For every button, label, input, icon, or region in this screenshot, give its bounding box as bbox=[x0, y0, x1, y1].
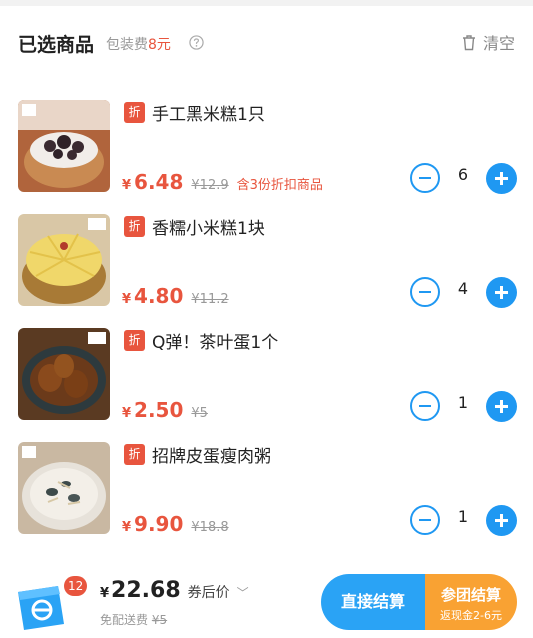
current-price: ¥6.48 bbox=[122, 170, 184, 194]
discount-tag: 折 bbox=[124, 444, 145, 465]
chevron-down-icon: ﹀ bbox=[236, 586, 249, 600]
direct-checkout-button[interactable]: 直接结算 bbox=[321, 574, 425, 630]
product-image-tea-egg[interactable] bbox=[18, 328, 110, 420]
packing-fee-value: 8元 bbox=[148, 37, 171, 53]
discount-tag: 折 bbox=[124, 102, 145, 123]
cart-title: 已选商品 bbox=[18, 34, 95, 56]
discount-tag: 折 bbox=[124, 330, 145, 351]
original-price: ¥5 bbox=[191, 406, 208, 421]
decrease-button[interactable] bbox=[410, 163, 440, 193]
trash-icon bbox=[462, 34, 475, 50]
current-price: ¥2.50 bbox=[122, 398, 184, 422]
quantity: 1 bbox=[457, 393, 469, 412]
cart-bag-icon[interactable] bbox=[12, 578, 72, 632]
increase-button[interactable] bbox=[486, 391, 517, 422]
current-price: ¥9.90 bbox=[122, 512, 184, 536]
current-price: ¥4.80 bbox=[122, 284, 184, 308]
cart-sheet: 已选商品 包装费8元 清空 折 手工黑米糕1只 ¥ 6.48 ¥12.9 含3份… bbox=[0, 6, 533, 566]
cart-item: 折 Q弹！茶叶蛋1个 ¥2.50 ¥5 1 bbox=[0, 328, 533, 442]
decrease-button[interactable] bbox=[410, 505, 440, 535]
product-image-congee[interactable] bbox=[18, 442, 110, 534]
group-checkout-label: 参团结算 bbox=[440, 586, 501, 604]
cart-item: 折 招牌皮蛋瘦肉粥 ¥9.90 ¥18.8 1 bbox=[0, 442, 533, 556]
group-checkout-button[interactable]: 参团结算 返现金2-6元 bbox=[425, 574, 517, 630]
total-price: ¥22.68 bbox=[100, 578, 181, 603]
packing-fee-label: 包装费 bbox=[106, 37, 148, 53]
product-name: Q弹！茶叶蛋1个 bbox=[152, 333, 279, 353]
original-price: ¥11.2 bbox=[191, 292, 229, 307]
cart-item: 折 香糯小米糕1块 ¥4.80 ¥11.2 4 bbox=[0, 214, 533, 328]
after-coupon-label: 券后价 bbox=[187, 585, 230, 601]
decrease-button[interactable] bbox=[410, 391, 440, 421]
price-row: ¥4.80 ¥11.2 bbox=[122, 284, 229, 308]
total-row[interactable]: ¥22.68 券后价 ﹀ bbox=[100, 578, 249, 603]
shipping-label: 免配送费 bbox=[100, 613, 149, 627]
product-name: 手工黑米糕1只 bbox=[152, 105, 265, 125]
quantity: 4 bbox=[457, 279, 469, 298]
quantity: 6 bbox=[457, 165, 469, 184]
discount-tag: 折 bbox=[124, 216, 145, 237]
product-image-millet-cake[interactable] bbox=[18, 214, 110, 306]
clear-button[interactable]: 清空 bbox=[461, 30, 515, 54]
product-name: 招牌皮蛋瘦肉粥 bbox=[152, 447, 271, 467]
shipping-info: 免配送费 ¥5 bbox=[100, 611, 167, 628]
decrease-button[interactable] bbox=[410, 277, 440, 307]
price-row: ¥6.48 ¥12.9 含3份折扣商品 bbox=[122, 170, 323, 194]
price-row: ¥2.50 ¥5 bbox=[122, 398, 208, 422]
shipping-original-fee: ¥5 bbox=[151, 613, 168, 627]
increase-button[interactable] bbox=[486, 505, 517, 536]
original-price: ¥18.8 bbox=[191, 520, 229, 535]
original-price: ¥12.9 bbox=[191, 178, 229, 193]
cart-item: 折 手工黑米糕1只 ¥6.48 ¥12.9 含3份折扣商品 6 bbox=[0, 100, 533, 214]
increase-button[interactable] bbox=[486, 277, 517, 308]
discount-note: 含3份折扣商品 bbox=[236, 178, 323, 193]
cart-header: 已选商品 包装费8元 清空 bbox=[0, 6, 533, 80]
product-image-black-rice-cake[interactable] bbox=[18, 100, 110, 192]
cart-count-badge: 12 bbox=[64, 576, 88, 596]
price-row: ¥9.90 ¥18.8 bbox=[122, 512, 229, 536]
clear-label: 清空 bbox=[482, 34, 515, 53]
group-checkout-subtitle: 返现金2-6元 bbox=[440, 609, 502, 622]
increase-button[interactable] bbox=[486, 163, 517, 194]
packing-fee-info: 包装费8元 bbox=[106, 34, 171, 54]
quantity: 1 bbox=[457, 507, 469, 526]
help-icon[interactable] bbox=[189, 35, 204, 50]
product-name: 香糯小米糕1块 bbox=[152, 219, 265, 239]
